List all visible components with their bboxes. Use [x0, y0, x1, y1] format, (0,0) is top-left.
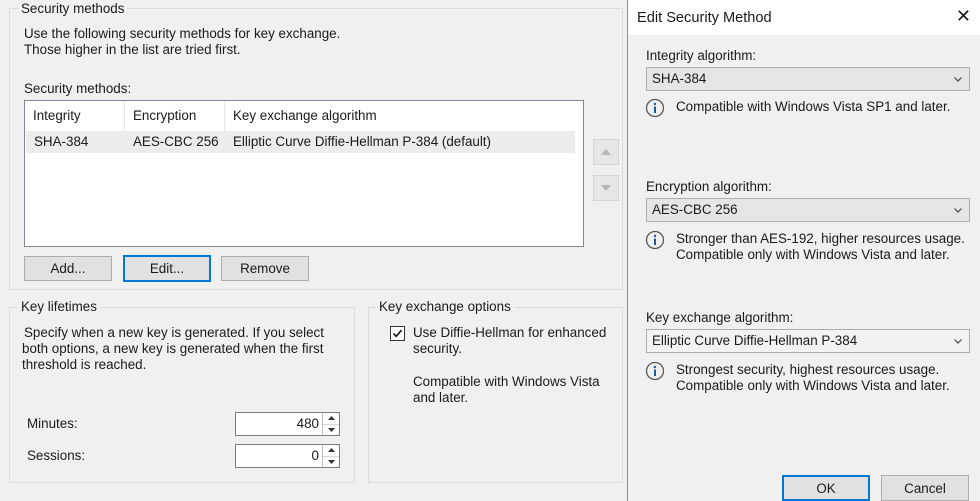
- security-methods-desc-line2: Those higher in the list are tried first…: [24, 42, 241, 57]
- key-lifetimes-group-title: Key lifetimes: [18, 299, 100, 315]
- encryption-label: Encryption algorithm:: [646, 179, 772, 194]
- chevron-down-icon: [954, 208, 962, 213]
- dialog-title: Edit Security Method: [637, 10, 772, 26]
- encryption-info-line2: Compatible only with Windows Vista and l…: [676, 247, 950, 262]
- integrity-info: Compatible with Windows Vista SP1 and la…: [676, 99, 951, 114]
- dialog-titlebar: Edit Security Method ✕: [628, 0, 980, 35]
- security-methods-group-title: Security methods: [18, 1, 128, 17]
- cell-key-exchange: Elliptic Curve Diffie-Hellman P-384 (def…: [233, 134, 491, 149]
- spin-up-icon: [327, 448, 335, 453]
- encryption-select[interactable]: AES-CBC 256: [646, 198, 970, 222]
- security-methods-desc-line1: Use the following security methods for k…: [24, 26, 341, 41]
- cell-encryption: AES-CBC 256: [133, 134, 219, 149]
- remove-button[interactable]: Remove: [221, 256, 309, 281]
- column-header-integrity[interactable]: Integrity: [25, 101, 125, 131]
- vista-compat-line1: Compatible with Windows Vista: [413, 374, 600, 389]
- minutes-spin-up[interactable]: [323, 413, 339, 425]
- chevron-down-icon: [954, 339, 962, 344]
- list-header: Integrity Encryption Key exchange algori…: [25, 101, 583, 131]
- column-header-encryption[interactable]: Encryption: [125, 101, 225, 131]
- sessions-spin-down[interactable]: [323, 457, 339, 468]
- diffie-hellman-label-line2[interactable]: security.: [413, 341, 462, 357]
- security-methods-list[interactable]: Integrity Encryption Key exchange algori…: [24, 100, 584, 247]
- keyexchange-select-value: Elliptic Curve Diffie-Hellman P-384: [652, 333, 858, 348]
- move-up-button[interactable]: [593, 139, 619, 165]
- keyexchange-info-line2: Compatible only with Windows Vista and l…: [676, 378, 950, 393]
- info-icon: [645, 230, 665, 250]
- integrity-select-value: SHA-384: [652, 71, 707, 86]
- triangle-up-icon: [601, 149, 611, 155]
- add-button[interactable]: Add...: [24, 256, 112, 281]
- key-exchange-options-title: Key exchange options: [376, 299, 514, 315]
- sessions-value[interactable]: 0: [236, 445, 322, 467]
- edit-button[interactable]: Edit...: [123, 255, 211, 282]
- integrity-select[interactable]: SHA-384: [646, 67, 970, 91]
- triangle-down-icon: [601, 185, 611, 191]
- close-icon[interactable]: ✕: [956, 6, 971, 26]
- spin-down-icon: [327, 427, 335, 432]
- integrity-label: Integrity algorithm:: [646, 48, 757, 63]
- sessions-label: Sessions:: [27, 448, 86, 463]
- vista-compat-line2: and later.: [413, 390, 469, 405]
- keyexchange-label: Key exchange algorithm:: [646, 310, 794, 325]
- key-lifetimes-desc-line1: Specify when a new key is generated. If …: [24, 325, 324, 340]
- info-icon: [645, 361, 665, 381]
- sessions-spinbox[interactable]: 0: [235, 444, 340, 468]
- edit-security-method-dialog: Edit Security Method ✕ Integrity algorit…: [627, 0, 980, 501]
- info-icon: [645, 98, 665, 118]
- minutes-value[interactable]: 480: [236, 413, 322, 435]
- table-row[interactable]: SHA-384 AES-CBC 256 Elliptic Curve Diffi…: [26, 131, 575, 153]
- chevron-down-icon: [954, 77, 962, 82]
- diffie-hellman-checkbox[interactable]: [390, 326, 405, 341]
- cell-integrity: SHA-384: [34, 134, 89, 149]
- encryption-select-value: AES-CBC 256: [652, 202, 738, 217]
- spin-up-icon: [327, 416, 335, 421]
- minutes-spin-down[interactable]: [323, 425, 339, 436]
- diffie-hellman-label-line1[interactable]: Use Diffie-Hellman for enhanced: [413, 325, 606, 341]
- key-lifetimes-desc-line2: both options, a new key is generated whe…: [22, 341, 324, 356]
- column-header-key-exchange[interactable]: Key exchange algorithm: [225, 101, 425, 131]
- encryption-info-line1: Stronger than AES-192, higher resources …: [676, 231, 965, 246]
- keyexchange-info-line1: Strongest security, highest resources us…: [676, 362, 940, 377]
- spin-down-icon: [327, 459, 335, 464]
- checkmark-icon: [392, 329, 403, 338]
- ok-button[interactable]: OK: [782, 475, 870, 501]
- keyexchange-select[interactable]: Elliptic Curve Diffie-Hellman P-384: [646, 329, 970, 353]
- minutes-spinbox[interactable]: 480: [235, 412, 340, 436]
- security-methods-list-label: Security methods:: [24, 81, 132, 96]
- move-down-button[interactable]: [593, 175, 619, 201]
- minutes-label: Minutes:: [27, 416, 78, 431]
- sessions-spin-up[interactable]: [323, 445, 339, 457]
- cancel-button[interactable]: Cancel: [881, 475, 969, 501]
- key-lifetimes-desc-line3: threshold is reached.: [22, 357, 147, 372]
